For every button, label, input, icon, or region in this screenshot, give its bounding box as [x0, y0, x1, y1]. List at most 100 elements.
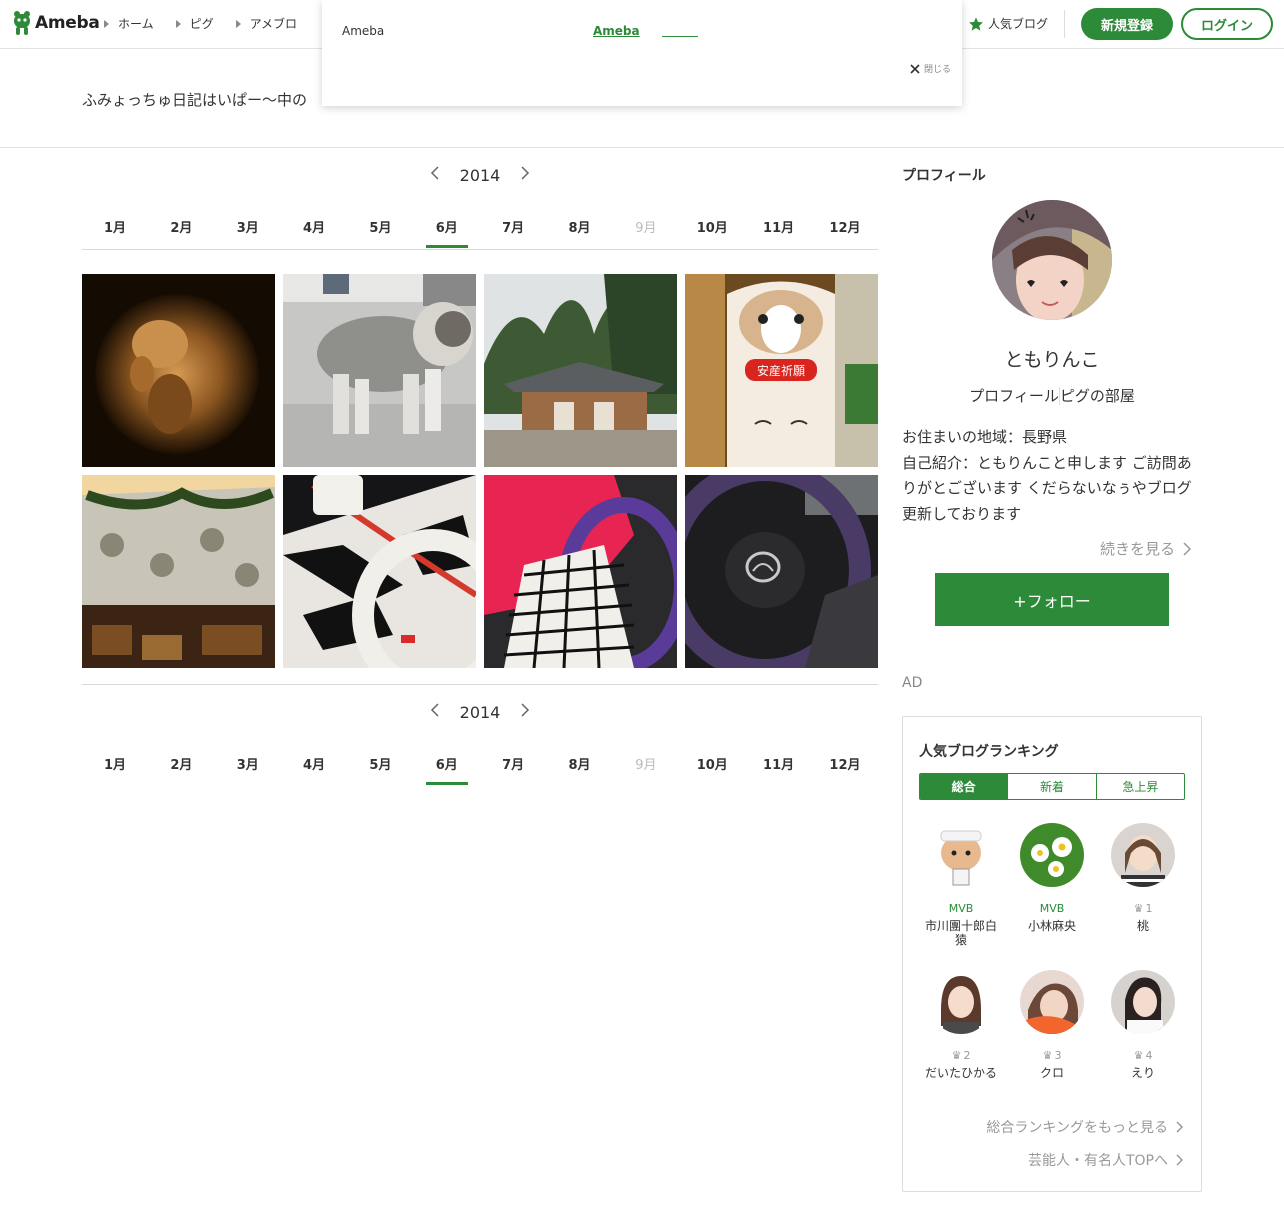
profile-more-label: 続きを見る: [1100, 540, 1176, 558]
month-tab[interactable]: 12月: [822, 754, 868, 785]
month-tab[interactable]: 1月: [92, 217, 138, 248]
profile-link[interactable]: プロフィール: [969, 385, 1059, 406]
ameba-logo[interactable]: Ameba: [12, 10, 100, 36]
caret-right-icon: [104, 19, 109, 28]
ranking-item[interactable]: ♛ 4 えり: [1101, 970, 1185, 1109]
image-grid: 安産祈願: [82, 274, 878, 668]
image-thumb-shrine[interactable]: [484, 274, 677, 467]
ranking-more-total-link[interactable]: 総合ランキングをもっと見る: [986, 1117, 1183, 1137]
month-tab[interactable]: 11月: [756, 754, 802, 785]
ranking-more-celeb-label: 芸能人・有名人TOPへ: [1027, 1153, 1168, 1169]
ranking-rank-number: 2: [963, 1048, 971, 1062]
chevron-left-icon: [430, 166, 439, 180]
ranking-item[interactable]: MVB 市川團十郎白猿: [919, 823, 1003, 962]
next-year-button[interactable]: [520, 165, 530, 185]
ranking-name: 市川團十郎白猿: [925, 919, 998, 947]
month-tab[interactable]: 4月: [291, 217, 337, 248]
ranking-item[interactable]: ♛ 1 桃: [1101, 823, 1185, 962]
close-icon: [910, 63, 920, 74]
ranking-avatar: [1111, 970, 1175, 1034]
next-year-button-bottom[interactable]: [520, 702, 530, 722]
profile-more-link[interactable]: 続きを見る: [1100, 538, 1192, 559]
month-tab[interactable]: 10月: [689, 754, 735, 785]
ranking-item[interactable]: ♛ 3 クロ: [1010, 970, 1094, 1109]
ranking-badge: ♛ 3: [1043, 1048, 1062, 1062]
pigg-room-link[interactable]: ピグの部屋: [1060, 385, 1135, 406]
prev-year-button-bottom[interactable]: [430, 702, 440, 722]
profile-intro: 自己紹介：ともりんこと申します ご訪問ありがとございます くだらないなぅやブログ…: [902, 453, 1192, 523]
ranking-more-celeb-link[interactable]: 芸能人・有名人TOPへ: [1028, 1150, 1183, 1170]
ranking-name: 小林麻央: [1027, 919, 1076, 933]
month-tab[interactable]: 3月: [225, 217, 271, 248]
nav-home[interactable]: ホーム: [104, 15, 154, 32]
month-tab[interactable]: 5月: [357, 754, 403, 785]
ranking-more-total-label: 総合ランキングをもっと見る: [986, 1120, 1168, 1136]
month-tab[interactable]: 12月: [822, 217, 868, 248]
ad-label: AD: [902, 675, 923, 691]
month-tab[interactable]: 8月: [557, 217, 603, 248]
popular-blog-label: 人気ブログ: [988, 17, 1049, 31]
image-thumb-steering-purple[interactable]: [484, 475, 677, 668]
prev-year-button[interactable]: [430, 165, 440, 185]
ranking-item[interactable]: ♛ 2 だいたひかる: [919, 970, 1003, 1109]
month-tab[interactable]: 5月: [357, 217, 403, 248]
follow-button[interactable]: +フォロー: [935, 573, 1169, 626]
chevron-right-icon: [521, 166, 530, 180]
ranking-tab-total[interactable]: 総合: [920, 774, 1008, 799]
star-icon: [969, 16, 983, 31]
popup-link[interactable]: Ameba: [593, 24, 640, 38]
ranking-avatar: [1020, 970, 1084, 1034]
login-button[interactable]: ログイン: [1181, 8, 1273, 40]
ranking-avatar: [1020, 823, 1084, 887]
caret-right-icon: [235, 19, 241, 28]
profile-nickname[interactable]: ともりんこ: [902, 345, 1202, 372]
ranking-tab-rising[interactable]: 急上昇: [1095, 774, 1184, 799]
month-tab[interactable]: 10月: [689, 217, 735, 248]
image-thumb-steering-mazda[interactable]: [685, 475, 878, 668]
ranking-avatar: [929, 823, 993, 887]
profile-links: プロフィール ピグの部屋: [902, 385, 1202, 406]
chevron-right-icon: [1183, 541, 1192, 556]
year-label: 2014: [459, 165, 501, 185]
month-tab[interactable]: 4月: [291, 754, 337, 785]
month-tab[interactable]: 6月: [424, 754, 470, 785]
ranking-name: えり: [1130, 1066, 1155, 1080]
blog-title[interactable]: ふみょっちゅ日記はいぱー〜中の: [82, 89, 307, 110]
image-thumb-curtain[interactable]: [82, 475, 275, 668]
month-tab: 9月: [635, 221, 657, 236]
header-divider: [1064, 10, 1065, 38]
chevron-left-icon: [430, 703, 439, 717]
month-tab[interactable]: 7月: [490, 754, 536, 785]
month-tab[interactable]: 2月: [158, 217, 204, 248]
crown-icon: ♛: [1133, 1048, 1144, 1062]
popular-blog-link[interactable]: 人気ブログ: [968, 15, 1048, 32]
month-tab[interactable]: 8月: [557, 754, 603, 785]
image-thumb-zebra-seat[interactable]: [283, 475, 476, 668]
image-thumb-ultrasound[interactable]: [82, 274, 275, 467]
month-tab[interactable]: 11月: [756, 217, 802, 248]
popup-close-button[interactable]: 閉じる: [910, 62, 951, 75]
ranking-badge: MVB: [948, 901, 974, 915]
month-tabs-top: 1月 2月 3月 4月 5月 6月 7月 8月 9月 10月 11月 12月: [82, 217, 878, 248]
month-tab[interactable]: 3月: [225, 754, 271, 785]
image-thumb-cat[interactable]: [283, 274, 476, 467]
nav-pigg[interactable]: ピグ: [175, 15, 214, 32]
profile-avatar[interactable]: [992, 200, 1112, 320]
month-tab[interactable]: 1月: [92, 754, 138, 785]
popup-link-secondary[interactable]: [662, 24, 698, 37]
popup-text: Ameba: [342, 24, 385, 38]
year-nav-bottom: 2014: [82, 702, 878, 722]
grid-bottom-divider: [82, 684, 878, 685]
month-tabs-bottom: 1月 2月 3月 4月 5月 6月 7月 8月 9月 10月 11月 12月: [82, 754, 878, 785]
month-tab[interactable]: 2月: [158, 754, 204, 785]
nav-ameblo[interactable]: アメブロ: [235, 15, 297, 32]
global-nav: ホーム ピグ アメブロ: [104, 15, 297, 32]
register-button[interactable]: 新規登録: [1081, 8, 1173, 40]
ranking-name: クロ: [1039, 1066, 1064, 1080]
image-thumb-ema[interactable]: 安産祈願: [685, 274, 878, 467]
month-tab[interactable]: 7月: [490, 217, 536, 248]
ranking-tab-new[interactable]: 新着: [1007, 774, 1095, 799]
chevron-right-icon: [1176, 1154, 1183, 1166]
ranking-item[interactable]: MVB 小林麻央: [1010, 823, 1094, 962]
month-tab[interactable]: 6月: [424, 217, 470, 248]
